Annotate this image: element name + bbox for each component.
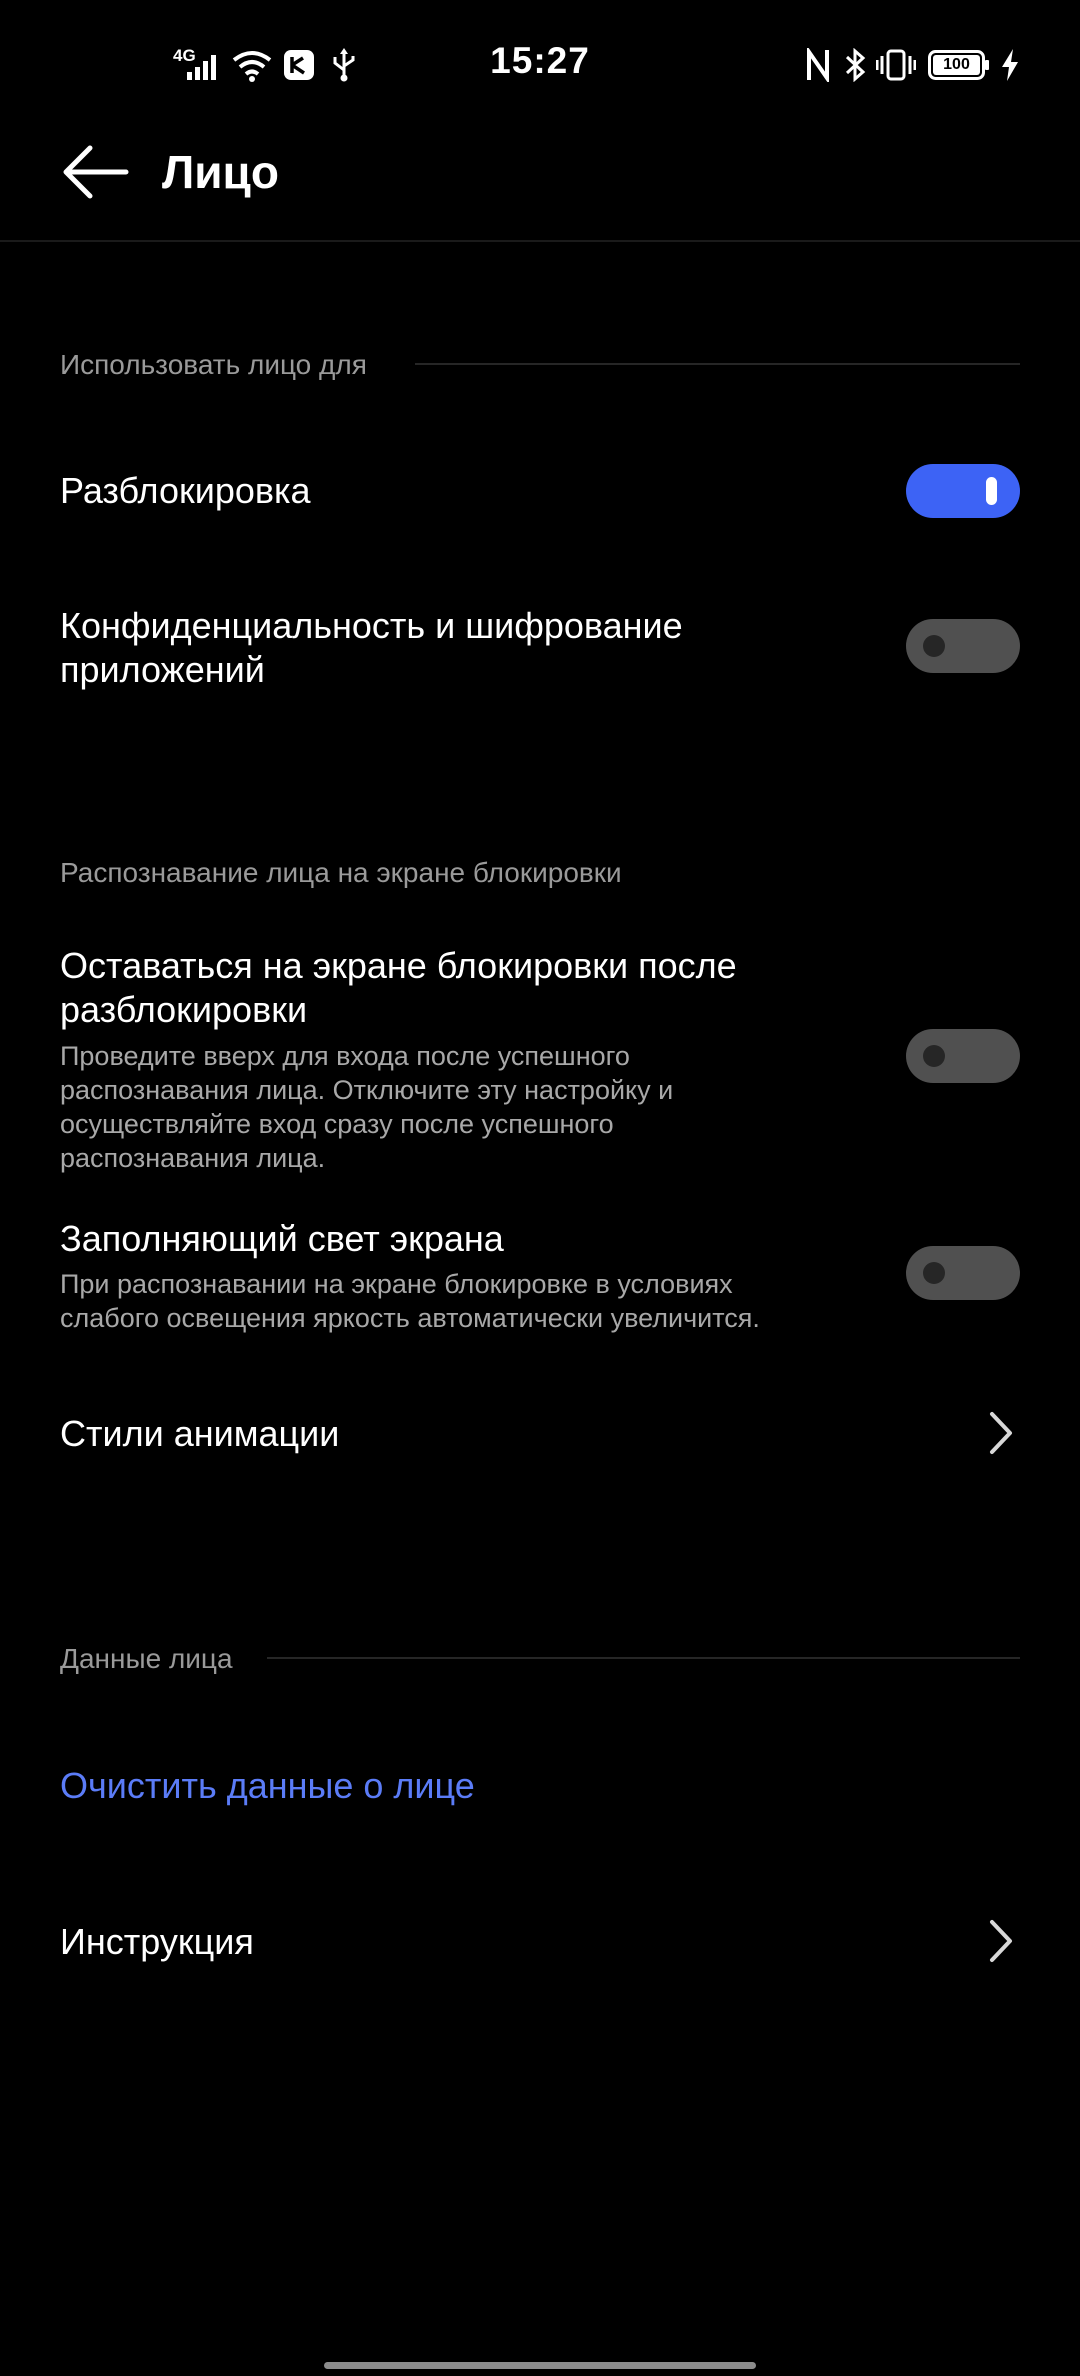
- toggle-knob: [923, 635, 945, 657]
- animation-styles-title: Стили анимации: [60, 1413, 340, 1454]
- section-header-lockscreen: Распознавание лица на экране блокировки: [60, 857, 622, 888]
- home-indicator[interactable]: [324, 2362, 756, 2369]
- stay-on-lockscreen-title-line2: разблокировки: [60, 989, 308, 1030]
- appbar-divider: [0, 240, 1080, 242]
- section-divider: [415, 363, 1020, 365]
- stay-on-lockscreen-toggle[interactable]: [906, 1029, 1020, 1083]
- charging-icon: [1000, 48, 1020, 87]
- vibrate-icon: [875, 48, 917, 87]
- chevron-right-icon: [990, 1920, 1012, 1962]
- chevron-right-icon: [990, 1412, 1012, 1454]
- battery-level: 100: [943, 56, 970, 73]
- stay-on-lockscreen-desc-line4: распознавания лица.: [60, 1143, 326, 1173]
- page-title: Лицо: [162, 146, 279, 198]
- instructions-title: Инструкция: [60, 1921, 254, 1962]
- toggle-knob: [923, 1045, 945, 1067]
- app-privacy-title-line1: Конфиденциальность и шифрование: [60, 605, 683, 646]
- toggle-knob: [986, 477, 997, 505]
- stay-on-lockscreen-desc-line3: осуществляйте вход сразу после успешного: [60, 1109, 614, 1139]
- stay-on-lockscreen-title-line1: Оставаться на экране блокировки после: [60, 945, 737, 986]
- fill-light-toggle[interactable]: [906, 1246, 1020, 1300]
- section-header-face-data: Данные лица: [60, 1643, 233, 1674]
- clear-face-data-button[interactable]: Очистить данные о лице: [60, 1764, 475, 1808]
- status-time: 15:27: [490, 40, 590, 81]
- unlock-toggle[interactable]: [906, 464, 1020, 518]
- app-privacy-toggle[interactable]: [906, 619, 1020, 673]
- nfc-icon: [806, 45, 830, 87]
- stay-on-lockscreen-desc-line1: Проведите вверх для входа после успешног…: [60, 1041, 630, 1071]
- app-privacy-title-line2: приложений: [60, 649, 265, 690]
- toggle-knob: [923, 1262, 945, 1284]
- section-header-use-face: Использовать лицо для: [60, 349, 367, 380]
- fill-light-desc-line1: При распознавании на экране блокировке в…: [60, 1269, 733, 1299]
- battery-icon: 100: [928, 50, 990, 80]
- fill-light-title: Заполняющий свет экрана: [60, 1218, 504, 1259]
- status-bar: 4G 15:27 100: [0, 0, 1080, 130]
- bluetooth-icon: [843, 47, 867, 87]
- fill-light-desc-line2: слабого освещения яркость автоматически …: [60, 1303, 760, 1333]
- unlock-title: Разблокировка: [60, 470, 311, 511]
- stay-on-lockscreen-desc-line2: распознавания лица. Отключите эту настро…: [60, 1075, 674, 1105]
- arrow-left-icon: [63, 145, 129, 199]
- back-button[interactable]: [60, 140, 132, 204]
- section-divider: [267, 1657, 1020, 1659]
